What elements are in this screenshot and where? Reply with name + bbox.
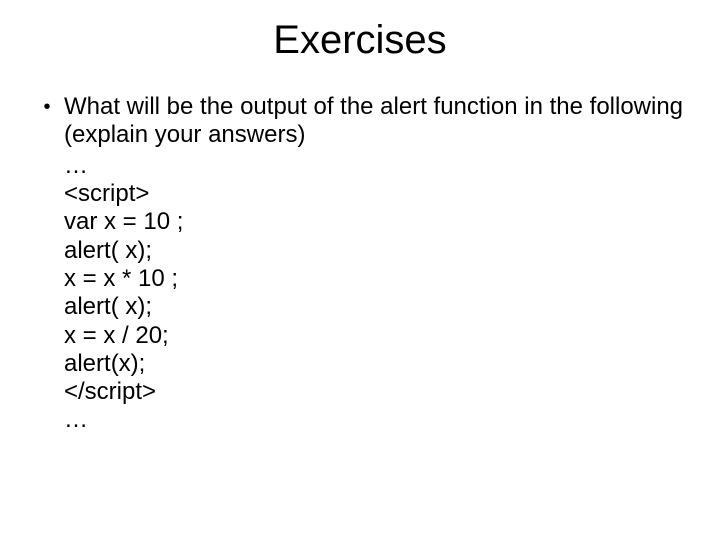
code-line: alert( x); [64, 293, 690, 321]
code-block: … <script> var x = 10 ; alert( x); x = x… [64, 152, 690, 435]
bullet-item: • What will be the output of the alert f… [30, 93, 690, 150]
code-line: x = x * 10 ; [64, 265, 690, 293]
code-line: <script> [64, 180, 690, 208]
code-line: alert( x); [64, 237, 690, 265]
code-line: x = x / 20; [64, 322, 690, 350]
code-line: … [64, 152, 690, 180]
code-line: var x = 10 ; [64, 208, 690, 236]
code-line: … [64, 406, 690, 434]
code-line: </script> [64, 378, 690, 406]
slide-title: Exercises [0, 0, 720, 93]
slide: Exercises • What will be the output of t… [0, 0, 720, 540]
bullet-text: What will be the output of the alert fun… [64, 93, 690, 150]
slide-body: • What will be the output of the alert f… [0, 93, 720, 435]
code-line: alert(x); [64, 350, 690, 378]
bullet-dot: • [30, 93, 64, 121]
